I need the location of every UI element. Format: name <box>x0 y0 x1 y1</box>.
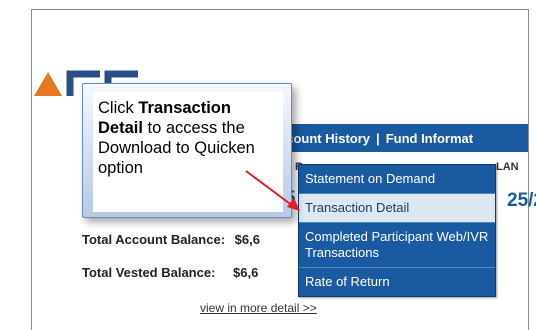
pointer-arrow <box>245 170 300 211</box>
